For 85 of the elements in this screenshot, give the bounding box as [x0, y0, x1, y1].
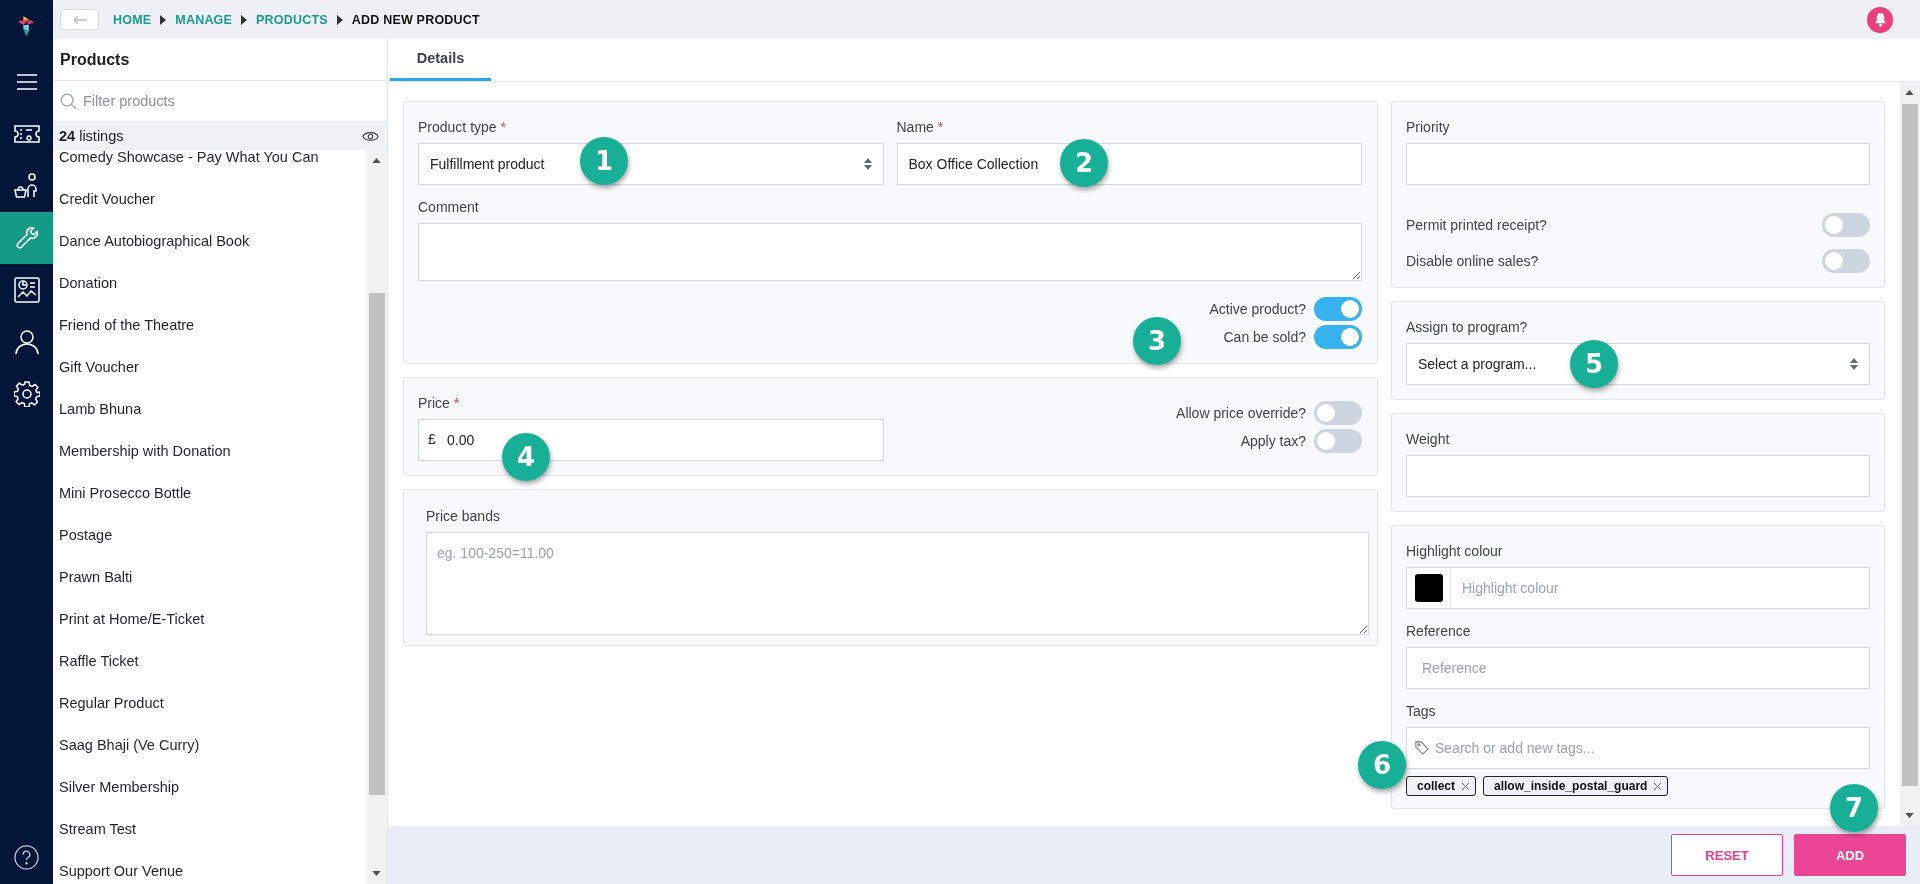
step-number-badge: 6: [1358, 741, 1406, 789]
notifications-button[interactable]: [1867, 6, 1893, 33]
tag-icon: [1415, 741, 1429, 755]
product-list-item[interactable]: Friend of the Theatre: [53, 304, 367, 346]
product-list-item[interactable]: Comedy Showcase - Pay What You Can: [53, 150, 367, 178]
toggle-label: Allow price override?: [1176, 405, 1306, 421]
bell-icon: [1873, 12, 1887, 27]
comment-field[interactable]: [418, 223, 1362, 281]
toggle-switch[interactable]: [1314, 297, 1362, 321]
toggle-switch[interactable]: [1314, 401, 1362, 425]
field-label: Assign to program?: [1406, 319, 1529, 335]
product-list-item[interactable]: Stream Test: [53, 808, 367, 850]
color-picker-button[interactable]: [1406, 567, 1450, 609]
field-label: Tags: [1406, 703, 1437, 719]
product-list-item[interactable]: Membership with Donation: [53, 430, 367, 472]
toggle-label: Permit printed receipt?: [1406, 217, 1547, 233]
product-list-item[interactable]: Gift Voucher: [53, 346, 367, 388]
up-arrow-icon[interactable]: [372, 158, 381, 163]
toggle-label: Disable online sales?: [1406, 253, 1539, 269]
field-label: Name *: [896, 119, 945, 135]
reference-field[interactable]: Reference: [1406, 647, 1870, 689]
field-label: Weight: [1406, 431, 1451, 447]
reset-button[interactable]: RESET: [1671, 834, 1783, 876]
product-list-item[interactable]: Postage: [53, 514, 367, 556]
scrollbar-track[interactable]: [367, 150, 387, 884]
product-list-item[interactable]: Silver Membership: [53, 766, 367, 808]
toggle-switch[interactable]: [1314, 429, 1362, 453]
tag-chip[interactable]: collect: [1406, 776, 1476, 796]
highlight-colour-field[interactable]: Highlight colour: [1450, 567, 1870, 609]
product-list-item[interactable]: Dance Autobiographical Book: [53, 220, 367, 262]
help-icon[interactable]: [14, 845, 39, 870]
person-basket-icon: [13, 173, 40, 199]
sort-arrows-icon: [863, 158, 872, 170]
product-list-item[interactable]: Saag Bhaji (Ve Curry): [53, 724, 367, 766]
product-list-item[interactable]: Regular Product: [53, 682, 367, 724]
add-button[interactable]: ADD: [1794, 834, 1906, 876]
up-arrow-icon[interactable]: [1905, 90, 1914, 95]
ticket-icon: [13, 124, 40, 144]
toggle-switch[interactable]: [1822, 249, 1870, 273]
product-list-item[interactable]: Print at Home/E-Ticket: [53, 598, 367, 640]
report-icon: [13, 277, 40, 303]
settings-icon: [13, 381, 40, 407]
product-list-item[interactable]: Support Our Venue: [53, 850, 367, 884]
price-bands-field[interactable]: eg. 100-250=11.00: [426, 532, 1369, 635]
priority-field[interactable]: [1406, 143, 1870, 185]
scrollbar-track[interactable]: [1900, 82, 1920, 826]
tag-chip[interactable]: allow_inside_postal_guard: [1483, 776, 1669, 796]
product-list-item[interactable]: Raffle Ticket: [53, 640, 367, 682]
currency-symbol: £: [428, 431, 436, 447]
toggle-label: Apply tax?: [1240, 433, 1306, 449]
toggle-switch[interactable]: [1822, 213, 1870, 237]
toggle-label: Can be sold?: [1223, 329, 1306, 345]
eye-icon[interactable]: [362, 130, 379, 142]
field-label: Comment: [418, 199, 480, 215]
field-label: Price *: [418, 395, 461, 411]
breadcrumb-separator-icon: [336, 14, 343, 25]
person-icon: [13, 329, 40, 355]
down-arrow-icon[interactable]: [372, 871, 381, 876]
remove-icon[interactable]: [1462, 782, 1469, 790]
sort-arrows-icon: [1850, 358, 1858, 370]
left-arrow-icon: [72, 14, 87, 25]
field-label: Price bands: [426, 508, 501, 524]
product-list-item[interactable]: Prawn Balti: [53, 556, 367, 598]
down-arrow-icon[interactable]: [1905, 813, 1914, 818]
toggle-label: Active product?: [1209, 301, 1306, 317]
wrench-icon: [13, 225, 40, 251]
remove-icon[interactable]: [1654, 782, 1662, 790]
field-label: Priority: [1406, 119, 1451, 135]
product-list-item[interactable]: Donation: [53, 262, 367, 304]
product-list-item[interactable]: Lamb Bhuna: [53, 388, 367, 430]
field-label: Reference: [1406, 623, 1472, 639]
product-list-item[interactable]: Credit Voucher: [53, 178, 367, 220]
breadcrumb-current: ADD NEW PRODUCT: [351, 12, 480, 27]
breadcrumb-separator-icon: [241, 14, 248, 25]
toggle-switch[interactable]: [1314, 325, 1362, 349]
listing-count: 24 listings: [59, 128, 124, 144]
weight-field[interactable]: [1406, 455, 1870, 497]
scrollbar-thumb[interactable]: [369, 293, 385, 795]
scrollbar-thumb[interactable]: [1902, 104, 1918, 786]
field-label: Product type *: [418, 119, 507, 135]
product-list-item[interactable]: Mini Prosecco Bottle: [53, 472, 367, 514]
field-label: Highlight colour: [1406, 543, 1504, 559]
tags-field[interactable]: Search or add new tags...: [1406, 727, 1870, 769]
details-tab[interactable]: Details: [390, 39, 491, 81]
breadcrumb-separator-icon: [160, 14, 167, 25]
